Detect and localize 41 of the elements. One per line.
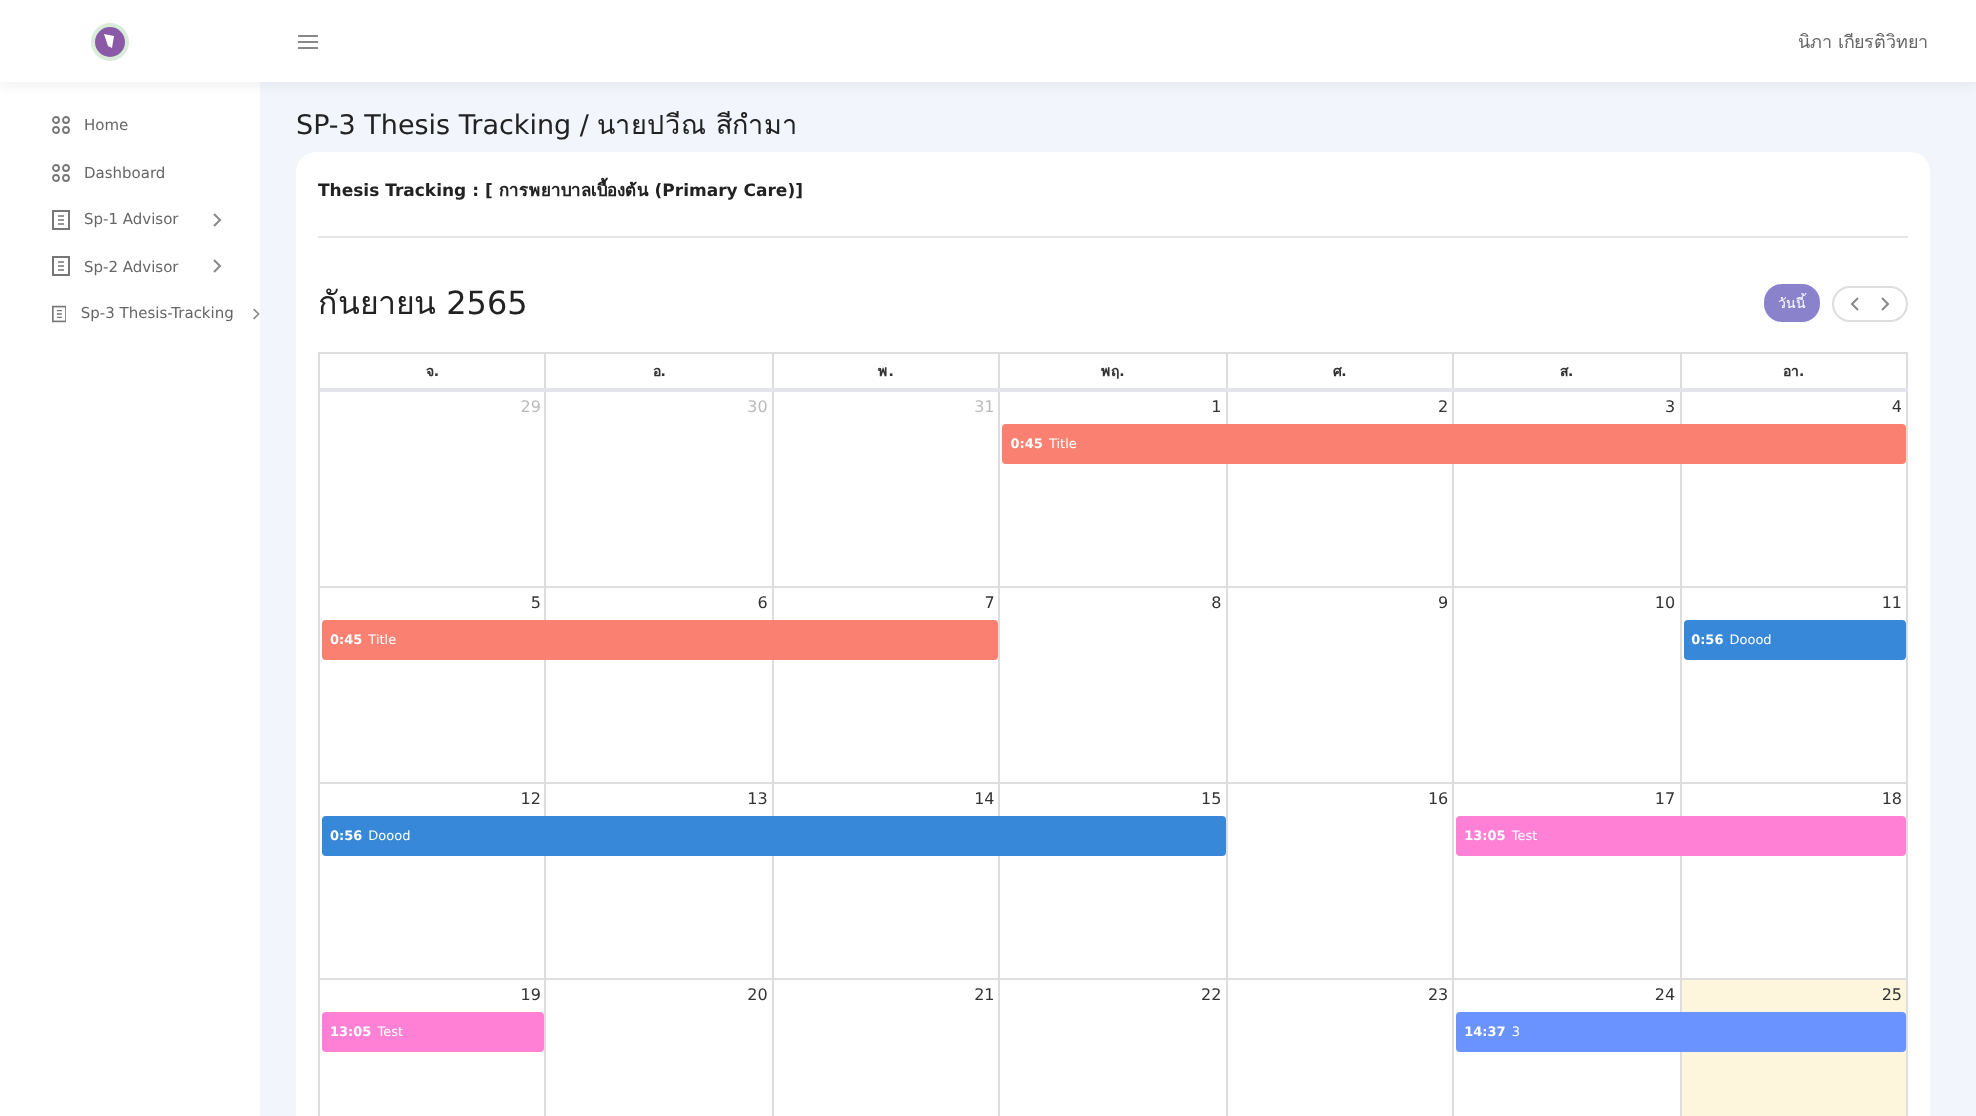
day-number: 20	[747, 984, 770, 1008]
day-number: 19	[520, 984, 543, 1008]
day-number: 5	[530, 592, 543, 616]
day-number: 21	[974, 984, 997, 1008]
day-number: 14	[974, 788, 997, 812]
logo-icon	[90, 21, 130, 61]
day-number: 12	[520, 788, 543, 812]
day-number: 24	[1654, 984, 1678, 1008]
day-number: 8	[1211, 592, 1224, 616]
chevron-left-icon[interactable]	[1848, 295, 1860, 311]
grid-icon	[52, 163, 70, 182]
day-number: 30	[747, 396, 770, 420]
day-number: 17	[1654, 788, 1678, 812]
grid-icon	[52, 116, 70, 135]
day-number: 3	[1664, 396, 1678, 420]
day-number: 1	[1211, 396, 1224, 420]
document-icon	[52, 209, 70, 230]
day-number: 2	[1438, 396, 1451, 420]
day-number: 23	[1427, 984, 1451, 1008]
day-number: 15	[1201, 788, 1224, 812]
day-number: 29	[520, 396, 543, 420]
day-number: 13	[747, 788, 770, 812]
day-number: 16	[1427, 788, 1451, 812]
day-number: 31	[974, 396, 997, 420]
month-title: กันยายน 2565	[318, 282, 528, 326]
day-number: 11	[1881, 592, 1904, 616]
document-icon	[52, 256, 70, 277]
day-number: 25	[1881, 984, 1904, 1008]
day-number: 9	[1438, 592, 1451, 616]
card-subtitle: Thesis Tracking : [ การพยาบาลเบื้องต้น (Primary Care)]	[318, 172, 1908, 238]
document-icon	[52, 303, 67, 324]
day-number: 10	[1654, 592, 1678, 616]
menu-icon[interactable]	[298, 33, 318, 49]
page-title: SP-3 Thesis Tracking / นายปวีณ สีกำมา	[296, 108, 801, 146]
day-number: 4	[1891, 396, 1904, 420]
chevron-right-icon[interactable]	[1880, 295, 1892, 311]
user-name[interactable]: นิภา เกียรติวิทยา	[1798, 27, 1928, 55]
day-number: 6	[757, 592, 770, 616]
day-number: 18	[1881, 788, 1904, 812]
day-number: 22	[1201, 984, 1224, 1008]
day-number: 7	[984, 592, 997, 616]
